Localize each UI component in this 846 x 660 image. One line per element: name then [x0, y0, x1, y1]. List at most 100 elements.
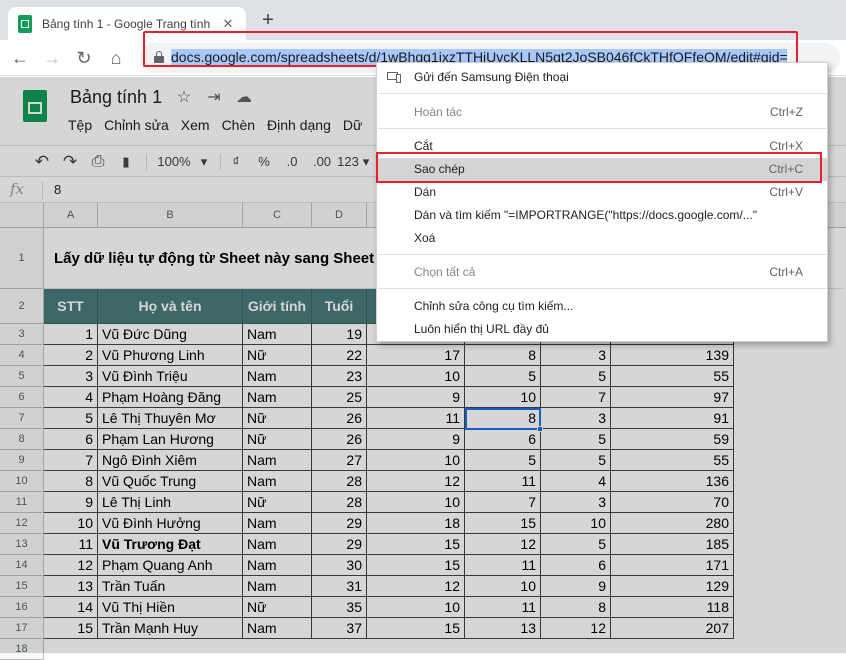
cell-name[interactable]: Phạm Quang Anh	[98, 555, 243, 576]
cell-stt[interactable]: 6	[44, 429, 98, 450]
cell-stt[interactable]: 9	[44, 492, 98, 513]
forward-button[interactable]: →	[40, 46, 64, 70]
cell-gender[interactable]: Nam	[243, 387, 312, 408]
lock-icon[interactable]	[153, 51, 165, 63]
cell-age[interactable]: 26	[312, 429, 367, 450]
menu-format[interactable]: Định dạng	[261, 115, 337, 135]
cell-col-f[interactable]: 8	[465, 345, 541, 366]
cell-gender[interactable]: Nữ	[243, 408, 312, 429]
cell-col-h[interactable]: 129	[611, 576, 734, 597]
row-header[interactable]: 9	[0, 450, 44, 471]
row-header[interactable]: 15	[0, 576, 44, 597]
cell-name[interactable]: Vũ Quốc Trung	[98, 471, 243, 492]
cell-col-e[interactable]: 9	[367, 429, 465, 450]
cell-gender[interactable]: Nữ	[243, 597, 312, 618]
cell-gender[interactable]: Nam	[243, 450, 312, 471]
cell-col-g[interactable]: 6	[541, 555, 611, 576]
row-header[interactable]: 17	[0, 618, 44, 639]
cell-gender[interactable]: Nữ	[243, 492, 312, 513]
cell-stt[interactable]: 11	[44, 534, 98, 555]
cell-col-f[interactable]: 11	[465, 597, 541, 618]
cell-col-e[interactable]: 15	[367, 555, 465, 576]
menu-file[interactable]: Tệp	[62, 115, 98, 135]
cell-stt[interactable]: 12	[44, 555, 98, 576]
cell-col-g[interactable]: 12	[541, 618, 611, 639]
cell-col-g[interactable]: 4	[541, 471, 611, 492]
header-cell-stt[interactable]: STT	[44, 289, 98, 324]
menu-copy[interactable]: Sao chép Ctrl+C	[377, 158, 827, 181]
cell-col-e[interactable]: 11	[367, 408, 465, 429]
more-formats-dropdown-icon[interactable]: ▾	[360, 152, 372, 172]
menu-paste-and-search[interactable]: Dán và tìm kiếm "=IMPORTRANGE("https://d…	[377, 204, 827, 227]
cell-name[interactable]: Trần Tuấn	[98, 576, 243, 597]
menu-select-all[interactable]: Chọn tất cả Ctrl+A	[377, 261, 827, 284]
cell-col-g[interactable]: 9	[541, 576, 611, 597]
cell-name[interactable]: Lê Thị Linh	[98, 492, 243, 513]
currency-format-button[interactable]: ₫	[228, 152, 244, 172]
cell-name[interactable]: Vũ Đình Hưởng	[98, 513, 243, 534]
cell-col-h[interactable]: 280	[611, 513, 734, 534]
cell-col-f[interactable]: 5	[465, 366, 541, 387]
header-cell-gender[interactable]: Giới tính	[243, 289, 312, 324]
cell-col-g[interactable]: 5	[541, 450, 611, 471]
row-header[interactable]: 5	[0, 366, 44, 387]
increase-decimal-button[interactable]: .00	[310, 152, 334, 172]
cell-age[interactable]: 29	[312, 534, 367, 555]
row-header[interactable]: 7	[0, 408, 44, 429]
home-button[interactable]: ⌂	[104, 46, 128, 70]
cell-col-e[interactable]: 10	[367, 492, 465, 513]
cell-col-e[interactable]: 12	[367, 471, 465, 492]
cell-name[interactable]: Vũ Đức Dũng	[98, 324, 243, 345]
cell-col-e[interactable]: 12	[367, 576, 465, 597]
cell-gender[interactable]: Nam	[243, 324, 312, 345]
cell-stt[interactable]: 7	[44, 450, 98, 471]
header-cell-age[interactable]: Tuổi	[312, 289, 367, 324]
cell-col-e[interactable]: 10	[367, 366, 465, 387]
cell-col-h[interactable]: 136	[611, 471, 734, 492]
cell-col-f[interactable]: 11	[465, 555, 541, 576]
row-header[interactable]: 3	[0, 324, 44, 345]
cell-age[interactable]: 26	[312, 408, 367, 429]
menu-undo[interactable]: Hoàn tác Ctrl+Z	[377, 101, 827, 124]
cell-col-f[interactable]: 6	[465, 429, 541, 450]
undo-icon[interactable]: ↶	[32, 152, 52, 172]
zoom-select[interactable]: 100%	[155, 152, 193, 172]
cell-gender[interactable]: Nam	[243, 576, 312, 597]
row-header[interactable]: 10	[0, 471, 44, 492]
menu-insert[interactable]: Chèn	[216, 115, 261, 135]
column-header-d[interactable]: D	[312, 203, 367, 228]
cell-stt[interactable]: 10	[44, 513, 98, 534]
cell-stt[interactable]: 4	[44, 387, 98, 408]
cell-col-h[interactable]: 70	[611, 492, 734, 513]
row-header[interactable]: 4	[0, 345, 44, 366]
cloud-status-icon[interactable]: ☁	[234, 88, 254, 108]
cell-stt[interactable]: 14	[44, 597, 98, 618]
cell-stt[interactable]: 5	[44, 408, 98, 429]
cell-age[interactable]: 31	[312, 576, 367, 597]
header-cell-name[interactable]: Họ và tên	[98, 289, 243, 324]
cell-col-e[interactable]: 17	[367, 345, 465, 366]
row-header[interactable]: 2	[0, 289, 44, 324]
cell-age[interactable]: 37	[312, 618, 367, 639]
cell-col-e[interactable]: 10	[367, 597, 465, 618]
cell-col-f[interactable]: 7	[465, 492, 541, 513]
cell-col-h[interactable]: 118	[611, 597, 734, 618]
cell-name[interactable]: Phạm Lan Hương	[98, 429, 243, 450]
select-all-corner[interactable]	[0, 203, 44, 228]
move-folder-icon[interactable]: ⇥	[204, 88, 224, 108]
cell-col-f[interactable]: 5	[465, 450, 541, 471]
cell-gender[interactable]: Nam	[243, 555, 312, 576]
column-header-a[interactable]: A	[44, 203, 98, 228]
cell-gender[interactable]: Nam	[243, 471, 312, 492]
cell-age[interactable]: 23	[312, 366, 367, 387]
zoom-dropdown-icon[interactable]: ▾	[197, 152, 211, 172]
cell-age[interactable]: 35	[312, 597, 367, 618]
cell-col-h[interactable]: 55	[611, 450, 734, 471]
cell-col-f[interactable]: 15	[465, 513, 541, 534]
menu-cut[interactable]: Cắt Ctrl+X	[377, 135, 827, 158]
menu-data[interactable]: Dữ	[337, 115, 368, 135]
cell-col-f[interactable]: 12	[465, 534, 541, 555]
cell-name[interactable]: Vũ Đình Triệu	[98, 366, 243, 387]
column-header-c[interactable]: C	[243, 203, 312, 228]
cell-name[interactable]: Phạm Hoàng Đăng	[98, 387, 243, 408]
